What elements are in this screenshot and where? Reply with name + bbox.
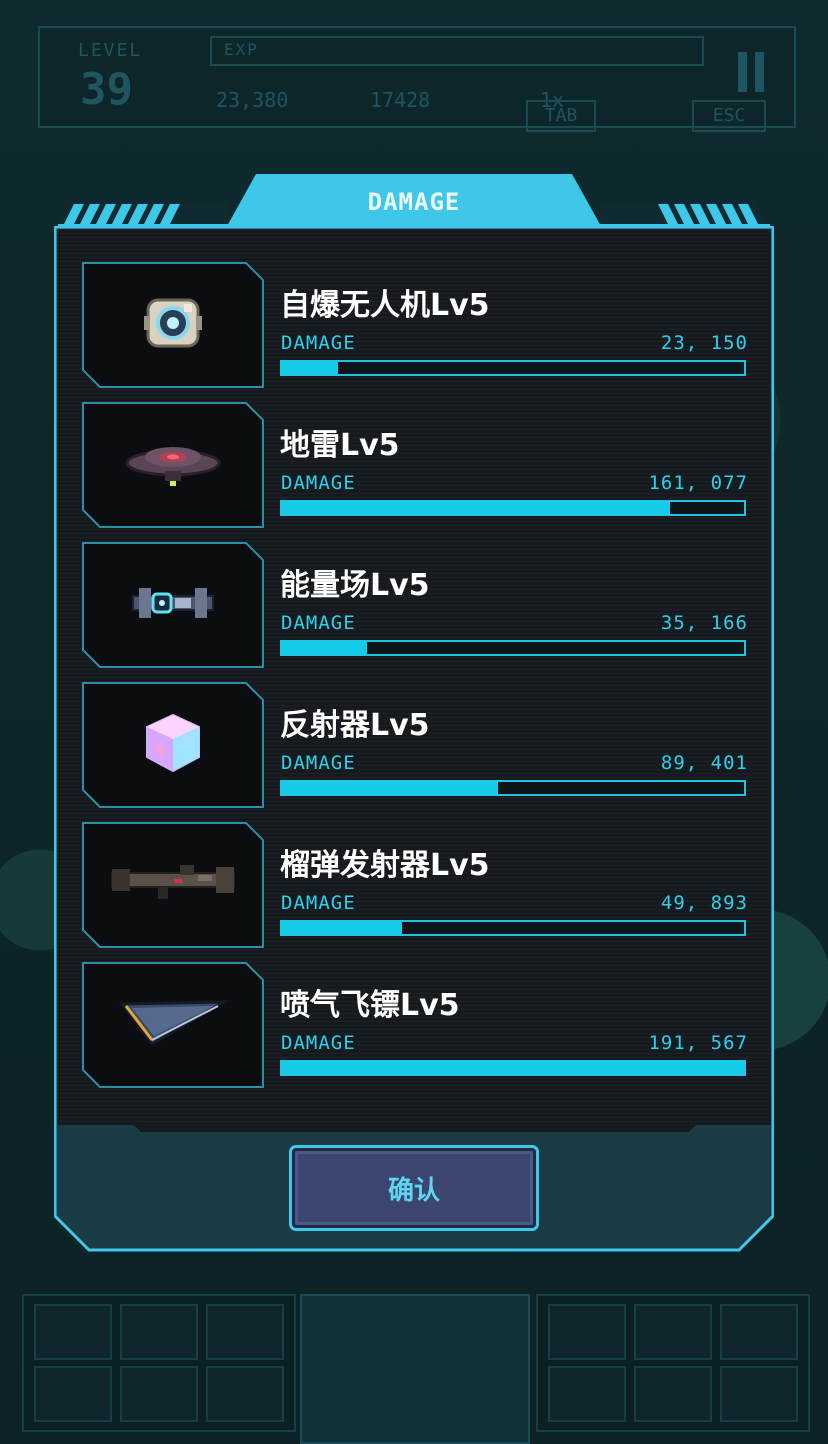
reflector-cube-icon: [141, 711, 205, 779]
weapon-name: 喷气飞镖Lv5: [280, 988, 460, 1023]
weapon-icon-box: [82, 822, 264, 948]
esc-key-hint[interactable]: ESC: [692, 100, 766, 132]
damage-label: DAMAGE: [281, 1032, 356, 1054]
weapon-name: 榴弹发射器Lv5: [280, 848, 490, 883]
drone-icon: [138, 288, 208, 362]
passive-slot: [548, 1366, 626, 1422]
damage-label: DAMAGE: [281, 472, 356, 494]
damage-bar: [280, 920, 746, 936]
passive-slot: [634, 1304, 712, 1360]
damage-modal: DAMAGE 自爆无人机Lv5 DAMAGE 23, 150 地雷Lv5 DAM…: [54, 174, 774, 1252]
damage-row: 喷气飞镖Lv5 DAMAGE 191, 567: [82, 962, 750, 1088]
tab-key-hint[interactable]: TAB: [526, 100, 596, 132]
damage-row: 地雷Lv5 DAMAGE 161, 077: [82, 402, 750, 528]
exp-bar: EXP: [210, 36, 704, 66]
damage-bar: [280, 1060, 746, 1076]
passive-slot: [720, 1304, 798, 1360]
passive-slot: [720, 1366, 798, 1422]
damage-row: 反射器Lv5 DAMAGE 89, 401: [82, 682, 750, 808]
damage-value: 191, 567: [648, 1032, 748, 1054]
damage-bar-fill: [282, 502, 671, 514]
damage-bar-fill: [282, 782, 498, 794]
damage-value: 49, 893: [660, 892, 748, 914]
damage-bar-fill: [282, 1062, 744, 1074]
weapon-name: 地雷Lv5: [280, 428, 400, 463]
weapon-name: 自爆无人机Lv5: [280, 288, 490, 323]
weapon-slot: [120, 1366, 198, 1422]
weapon-name: 能量场Lv5: [280, 568, 430, 603]
list-bottom-edge: [57, 1122, 771, 1132]
weapon-slot: [120, 1304, 198, 1360]
weapon-slots-panel: [22, 1294, 296, 1432]
damage-bar: [280, 640, 746, 656]
pause-icon[interactable]: [738, 52, 764, 92]
damage-row: 自爆无人机Lv5 DAMAGE 23, 150: [82, 262, 750, 388]
landmine-icon: [125, 433, 221, 497]
coin-counter: 23,380: [216, 88, 289, 112]
damage-label: DAMAGE: [281, 892, 356, 914]
weapon-icon-box: [82, 262, 264, 388]
weapon-name: 反射器Lv5: [280, 708, 430, 743]
damage-row: 能量场Lv5 DAMAGE 35, 166: [82, 542, 750, 668]
energy-field-icon: [125, 578, 221, 632]
damage-bar-fill: [282, 362, 338, 374]
damage-bar: [280, 500, 746, 516]
damage-value: 35, 166: [660, 612, 748, 634]
exp-label: EXP: [224, 40, 259, 59]
damage-bar-fill: [282, 922, 403, 934]
damage-value: 23, 150: [660, 332, 748, 354]
kill-counter: 17428: [370, 88, 431, 112]
character-portrait: [300, 1294, 530, 1444]
damage-label: DAMAGE: [281, 752, 356, 774]
confirm-button-label[interactable]: 确认: [292, 1170, 536, 1207]
passive-slot: [548, 1304, 626, 1360]
damage-bar: [280, 780, 746, 796]
confirm-button[interactable]: 确认: [292, 1148, 536, 1228]
damage-value: 89, 401: [660, 752, 748, 774]
weapon-icon-box: [82, 962, 264, 1088]
damage-bar: [280, 360, 746, 376]
jet-dart-icon: [118, 998, 230, 1052]
damage-row: 榴弹发射器Lv5 DAMAGE 49, 893: [82, 822, 750, 948]
weapon-icon-box: [82, 542, 264, 668]
modal-title: DAMAGE: [367, 188, 461, 216]
weapon-icon-box: [82, 682, 264, 808]
weapon-slot: [206, 1366, 284, 1422]
level-value: 39: [80, 64, 133, 115]
weapon-slot: [34, 1304, 112, 1360]
weapon-slot: [34, 1366, 112, 1422]
damage-bar-fill: [282, 642, 367, 654]
passive-slots-panel: [536, 1294, 810, 1432]
weapon-slot: [206, 1304, 284, 1360]
damage-label: DAMAGE: [281, 612, 356, 634]
weapon-icon-box: [82, 402, 264, 528]
grenade-launcher-icon: [108, 861, 238, 909]
level-label: LEVEL: [78, 40, 143, 61]
damage-label: DAMAGE: [281, 332, 356, 354]
passive-slot: [634, 1366, 712, 1422]
hud-top-bar: LEVEL 39 EXP 23,380 17428 1x: [38, 26, 796, 128]
damage-value: 161, 077: [648, 472, 748, 494]
